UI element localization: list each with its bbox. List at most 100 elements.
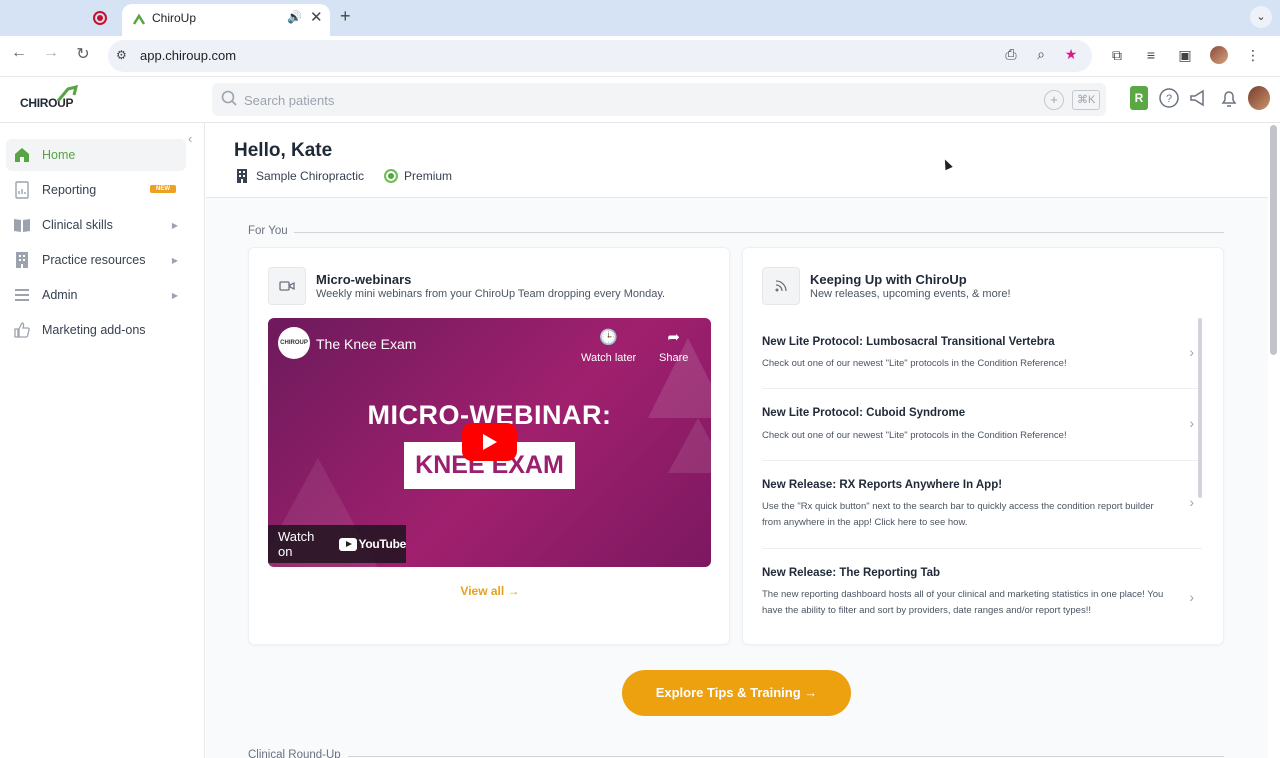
user-avatar[interactable] (1248, 86, 1270, 110)
keeping-up-card: Keeping Up with ChiroUp New releases, up… (742, 247, 1224, 645)
video-title[interactable]: The Knee Exam (316, 336, 416, 352)
tab-search-icon[interactable]: ⌄ (1250, 6, 1272, 28)
watch-on-youtube-button[interactable]: Watch on YouTube (268, 525, 406, 563)
share-button[interactable]: ➦ Share (659, 328, 688, 364)
chevron-right-icon: › (1189, 344, 1194, 360)
close-tab-icon[interactable]: ✕ (310, 8, 323, 26)
news-title: New Lite Protocol: Cuboid Syndrome (762, 407, 966, 419)
account-meta: Sample Chiropractic Premium (236, 169, 452, 183)
divider (294, 232, 1224, 233)
card-subtitle: Weekly mini webinars from your ChiroUp T… (316, 288, 666, 300)
view-all-link[interactable]: View all → (249, 584, 731, 598)
avatar-image (1248, 86, 1270, 110)
logo-arrow-icon (56, 85, 78, 102)
main-content: Hello, Kate Sample Chiropractic Premium … (206, 123, 1268, 758)
explore-tips-button[interactable]: Explore Tips & Training → (622, 670, 851, 716)
forward-icon[interactable]: → (40, 44, 62, 62)
page-scrollbar[interactable] (1268, 123, 1280, 758)
sidebar-item-label: Practice resources (42, 253, 146, 267)
patient-search[interactable]: + ⌘K (212, 83, 1106, 116)
news-scrollbar[interactable] (1198, 318, 1202, 498)
youtube-logo-icon: YouTube (338, 537, 406, 551)
url-text[interactable]: app.chiroup.com (140, 48, 236, 63)
micro-webinars-card: Micro-webinars Weekly mini webinars from… (248, 247, 730, 645)
tab-title: ChiroUp (152, 11, 197, 25)
chiroup-favicon-icon (132, 13, 146, 25)
back-icon[interactable]: ← (8, 44, 30, 62)
divider (348, 756, 1224, 757)
zoom-icon[interactable]: ⌕ (1032, 46, 1050, 63)
logo-chiro: CHIRO (20, 96, 58, 110)
sidebar-item-label: Marketing add-ons (42, 323, 146, 337)
clinic-building-icon (237, 169, 247, 183)
speaker-icon[interactable]: 🔊 (287, 10, 302, 24)
chevron-right-icon: › (1189, 415, 1194, 431)
reload-icon[interactable]: ↻ (72, 44, 94, 64)
list-icon (12, 285, 32, 305)
sidebar-item-home[interactable]: Home (6, 139, 186, 171)
expand-arrow-icon: ▶ (171, 220, 178, 230)
news-list: New Lite Protocol: Lumbosacral Transitio… (762, 318, 1202, 644)
sidebar-item-reporting[interactable]: Reporting NEW (6, 174, 186, 206)
extensions-icon[interactable]: ⧉ (1108, 47, 1126, 64)
announcements-icon[interactable] (1188, 86, 1210, 110)
address-bar[interactable]: ⚙ app.chiroup.com ⎙ ⌕ ★ (108, 40, 1092, 72)
sidebar-item-admin[interactable]: Admin ▶ (6, 279, 186, 311)
report-icon (12, 180, 32, 200)
sidebar: ‹ Home Reporting NEW Clinical skills ▶ P… (0, 123, 205, 758)
building-icon (12, 250, 32, 270)
sidebar-item-label: Clinical skills (42, 218, 113, 232)
search-shortcut: ⌘K (1072, 90, 1101, 110)
news-title: New Release: RX Reports Anywhere In App! (762, 479, 1003, 491)
mouse-cursor-icon (941, 157, 953, 171)
sidebar-item-marketing-add-ons[interactable]: Marketing add-ons (6, 314, 186, 346)
new-badge: NEW (150, 185, 176, 193)
browser-menu-icon[interactable]: ⋮ (1244, 47, 1262, 64)
play-button-icon[interactable] (462, 423, 517, 461)
site-info-icon[interactable]: ⚙ (116, 48, 127, 62)
news-item[interactable]: New Lite Protocol: Cuboid Syndrome Check… (762, 389, 1202, 461)
add-patient-icon[interactable]: + (1044, 90, 1064, 110)
sidebar-item-label: Home (42, 148, 76, 162)
profile-avatar-icon[interactable] (1210, 46, 1228, 64)
news-description: Check out one of our newest "Lite" proto… (762, 430, 1067, 441)
side-panel-icon[interactable]: ▣ (1176, 47, 1194, 64)
sidebar-item-label: Admin (42, 288, 78, 302)
browser-tab-chiroup[interactable]: ChiroUp 🔊 ✕ (122, 4, 330, 36)
app-header: CHIROUP + ⌘K R ? (0, 77, 1280, 123)
expand-arrow-icon: ▶ (171, 290, 178, 300)
search-input[interactable] (244, 89, 944, 111)
card-subtitle: New releases, upcoming events, & more! (810, 288, 1011, 300)
sidebar-item-practice-resources[interactable]: Practice resources ▶ (6, 244, 186, 276)
watch-later-button[interactable]: 🕒 Watch later (581, 328, 636, 364)
browser-tab-bar: ChiroUp 🔊 ✕ + ⌄ (0, 0, 1280, 36)
news-item[interactable]: New Lite Protocol: Lumbosacral Transitio… (762, 318, 1202, 389)
collapse-sidebar-icon[interactable]: ‹ (188, 131, 192, 146)
scrollbar-thumb[interactable] (1270, 125, 1277, 355)
book-icon (12, 215, 32, 235)
bookmark-star-icon[interactable]: ★ (1062, 46, 1080, 63)
new-tab-button[interactable]: + (340, 6, 351, 27)
home-icon (12, 145, 32, 165)
card-title: Micro-webinars (316, 272, 412, 287)
thumbs-up-icon (12, 320, 32, 340)
notifications-bell-icon[interactable] (1218, 86, 1240, 110)
sidebar-item-clinical-skills[interactable]: Clinical skills ▶ (6, 209, 186, 241)
chiroup-logo[interactable]: CHIROUP (20, 85, 80, 115)
rx-icon: R (1130, 86, 1148, 110)
channel-avatar[interactable]: CHIROUP (278, 327, 310, 359)
share-arrow-icon: ➦ (667, 329, 680, 346)
search-icon (221, 90, 237, 106)
rx-quick-button[interactable]: R (1128, 86, 1150, 110)
help-icon[interactable]: ? (1158, 86, 1180, 110)
youtube-video-embed[interactable]: CHIROUP The Knee Exam 🕒 Watch later ➦ Sh… (268, 318, 711, 567)
recording-tab[interactable] (0, 0, 120, 36)
premium-plan-icon (384, 169, 399, 183)
clinic-name[interactable]: Sample Chiropractic (256, 169, 364, 183)
news-item[interactable]: New Release: RX Reports Anywhere In App!… (762, 461, 1202, 549)
install-app-icon[interactable]: ⎙ (1002, 46, 1020, 63)
sidebar-item-label: Reporting (42, 183, 97, 197)
plan-label: Premium (404, 169, 453, 183)
news-item[interactable]: New Release: The Reporting Tab The new r… (762, 549, 1202, 644)
media-control-icon[interactable]: ≡ (1142, 47, 1160, 63)
